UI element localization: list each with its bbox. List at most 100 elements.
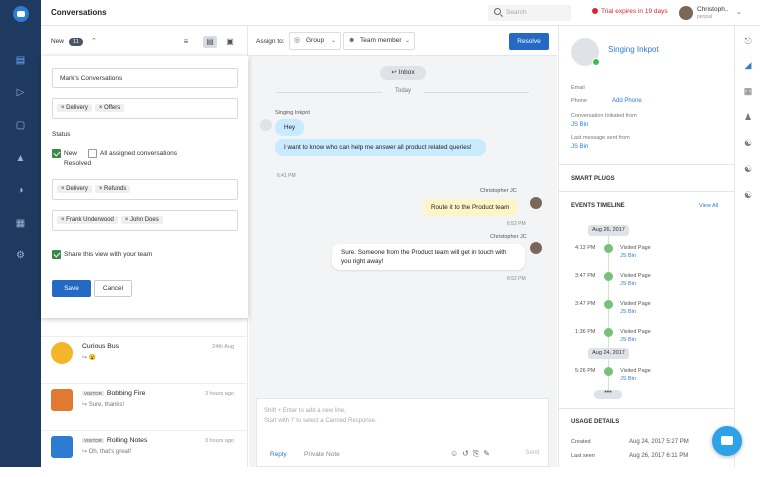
tag-chip[interactable]: × Offers (94, 104, 125, 112)
music-note-avatar (51, 436, 73, 458)
search-box[interactable]: Search (488, 5, 571, 21)
list-item[interactable]: VISITOR Bobbing Fire 3 hours ago ↪ Sure, … (41, 383, 248, 430)
lock-icon[interactable]: ⎋ (741, 34, 755, 48)
settings-icon[interactable]: ⚙ (14, 250, 27, 261)
save-button[interactable]: Save (52, 280, 91, 297)
apps-icon[interactable]: ▦ (14, 218, 27, 229)
conversation-snippet: ↪ 😮 (82, 355, 97, 361)
labels-select[interactable]: × Delivery × Offers (52, 98, 238, 119)
tab-private-note[interactable]: Private Note (304, 451, 340, 458)
canned-response-icon[interactable]: ↺ (462, 449, 473, 458)
timeline-event: 4:13 PM Visited Page JS Bin (559, 244, 734, 263)
event-source[interactable]: JS Bin (620, 309, 636, 315)
conversation-pane: Assign to: ◎ Group ⌄ ☻ Team member ⌄ Resolve… (249, 26, 557, 467)
list-item[interactable]: VISITOR Rolling Notes 3 hours ago ↪ Oh, t… (41, 430, 248, 477)
inbox-label: Inbox (398, 69, 415, 76)
timeline-event: 3:47 PM Visited Page JS Bin (559, 272, 734, 291)
bank-icon[interactable]: ▲ (14, 153, 27, 164)
view-name-input[interactable]: Mark's Conversations (52, 68, 238, 88)
timeline-date: Aug 24, 2017 (588, 348, 629, 359)
agents-select[interactable]: × Frank Underwood × John Does (52, 210, 238, 231)
conversation-name-text: Rolling Notes (106, 437, 148, 444)
tag-chip[interactable]: × Delivery (57, 104, 92, 112)
add-phone-link[interactable]: Add Phone (612, 98, 642, 104)
tag-label: John Does (130, 217, 159, 223)
view-name-value: Mark's Conversations (60, 75, 123, 82)
event-source[interactable]: JS Bin (620, 337, 636, 343)
trial-text: Trial expires in 19 days (601, 8, 668, 15)
trial-notice[interactable]: Trial expires in 19 days (592, 8, 668, 15)
visitor-badge: VISITOR (82, 391, 104, 396)
profile-tab-icon[interactable]: ◢ (741, 58, 755, 72)
event-action: Visited Page (620, 245, 651, 251)
status-new-checkbox[interactable] (52, 149, 61, 158)
integration-icon[interactable]: ☯ (741, 136, 755, 150)
created-label: Created (571, 439, 591, 445)
view-all-link[interactable]: View All (699, 203, 718, 209)
tag-chip[interactable]: × Delivery (57, 185, 92, 193)
megaphone-icon[interactable]: ▷ (14, 87, 27, 98)
fire-avatar (51, 389, 73, 411)
online-status-icon (592, 58, 600, 66)
tag-chip[interactable]: × Frank Underwood (57, 216, 118, 224)
tag-chip[interactable]: × Refunds (94, 185, 131, 193)
message-bubble: Hey (275, 119, 305, 136)
visitor-avatar (260, 119, 272, 131)
integration-icon[interactable]: ☯ (741, 162, 755, 176)
document-icon[interactable]: ▢ (14, 120, 27, 131)
status-resolved-label[interactable]: Resolved (64, 160, 91, 167)
integration-icon[interactable]: ☯ (741, 188, 755, 202)
resolve-button[interactable]: Resolve (509, 33, 549, 50)
app-logo-icon[interactable] (13, 6, 29, 22)
people-icon[interactable]: ◑ (14, 185, 27, 196)
filter-icon[interactable]: ≡ (179, 36, 193, 48)
tab-reply[interactable]: Reply (270, 451, 287, 458)
groups-select[interactable]: × Delivery × Refunds (52, 179, 238, 200)
profile-name[interactable]: Singing Inkpot (608, 45, 659, 54)
compose-icons[interactable]: ☺↺⎘✎ (450, 449, 494, 459)
divider (559, 164, 734, 165)
note-icon[interactable]: ✎ (483, 449, 494, 458)
inbox-chip[interactable]: ↩ Inbox (380, 66, 426, 80)
user-menu[interactable]: Christoph.. penpal ⌄ (679, 5, 754, 23)
tag-chip[interactable]: × John Does (120, 216, 163, 224)
grid-icon[interactable]: ▦ (741, 84, 755, 98)
emoji-icon[interactable]: ☺ (450, 449, 462, 458)
chevron-down-icon: ⌄ (330, 38, 336, 44)
list-item[interactable]: Curious Bus 24th Aug ↪ 😮 (41, 336, 248, 383)
compose-placeholder[interactable]: Shift + Enter to add a new line, Start wi… (264, 406, 377, 426)
inbox-icon[interactable]: ▤ (14, 55, 27, 66)
message-time: 6:52 PM (507, 276, 526, 282)
event-action: Visited Page (620, 301, 651, 307)
send-button[interactable]: Send (520, 446, 545, 461)
inbox-view-icon[interactable]: ▤ (203, 36, 217, 48)
last-sent-value[interactable]: JS Bin (571, 144, 588, 150)
share-view-checkbox[interactable] (52, 250, 61, 259)
status-all-checkbox[interactable] (88, 149, 97, 158)
event-action: Visited Page (620, 329, 651, 335)
attachment-icon[interactable]: ⎘ (473, 449, 483, 458)
group-dropdown[interactable]: ◎ Group ⌄ (289, 32, 341, 50)
cancel-button[interactable]: Cancel (94, 280, 132, 297)
archive-icon[interactable]: ▣ (223, 36, 237, 48)
more-events-button[interactable]: ••• (594, 389, 622, 399)
event-source[interactable]: JS Bin (620, 376, 636, 382)
event-source[interactable]: JS Bin (620, 281, 636, 287)
chevron-up-icon[interactable]: ⌃ (91, 37, 97, 45)
search-input[interactable]: Search (506, 9, 527, 16)
initiated-value[interactable]: JS Bin (571, 122, 588, 128)
compose-box[interactable]: Shift + Enter to add a new line, Start wi… (256, 398, 549, 467)
chat-launcher-icon[interactable] (712, 426, 742, 456)
divider (559, 408, 734, 409)
team-member-dropdown[interactable]: ☻ Team member ⌄ (343, 32, 415, 50)
message-time: 6:52 PM (507, 221, 526, 227)
group-label: Group (306, 37, 325, 44)
event-dot-icon (604, 328, 613, 337)
divider (559, 191, 734, 192)
share-view-label: Share this view with your team (64, 251, 153, 258)
bot-icon[interactable]: ♟ (741, 110, 755, 124)
event-source[interactable]: JS Bin (620, 253, 636, 259)
view-label[interactable]: New (51, 38, 64, 45)
timeline-event: 1:36 PM Visited Page JS Bin (559, 328, 734, 347)
chevron-down-icon[interactable]: ⌄ (736, 8, 742, 16)
